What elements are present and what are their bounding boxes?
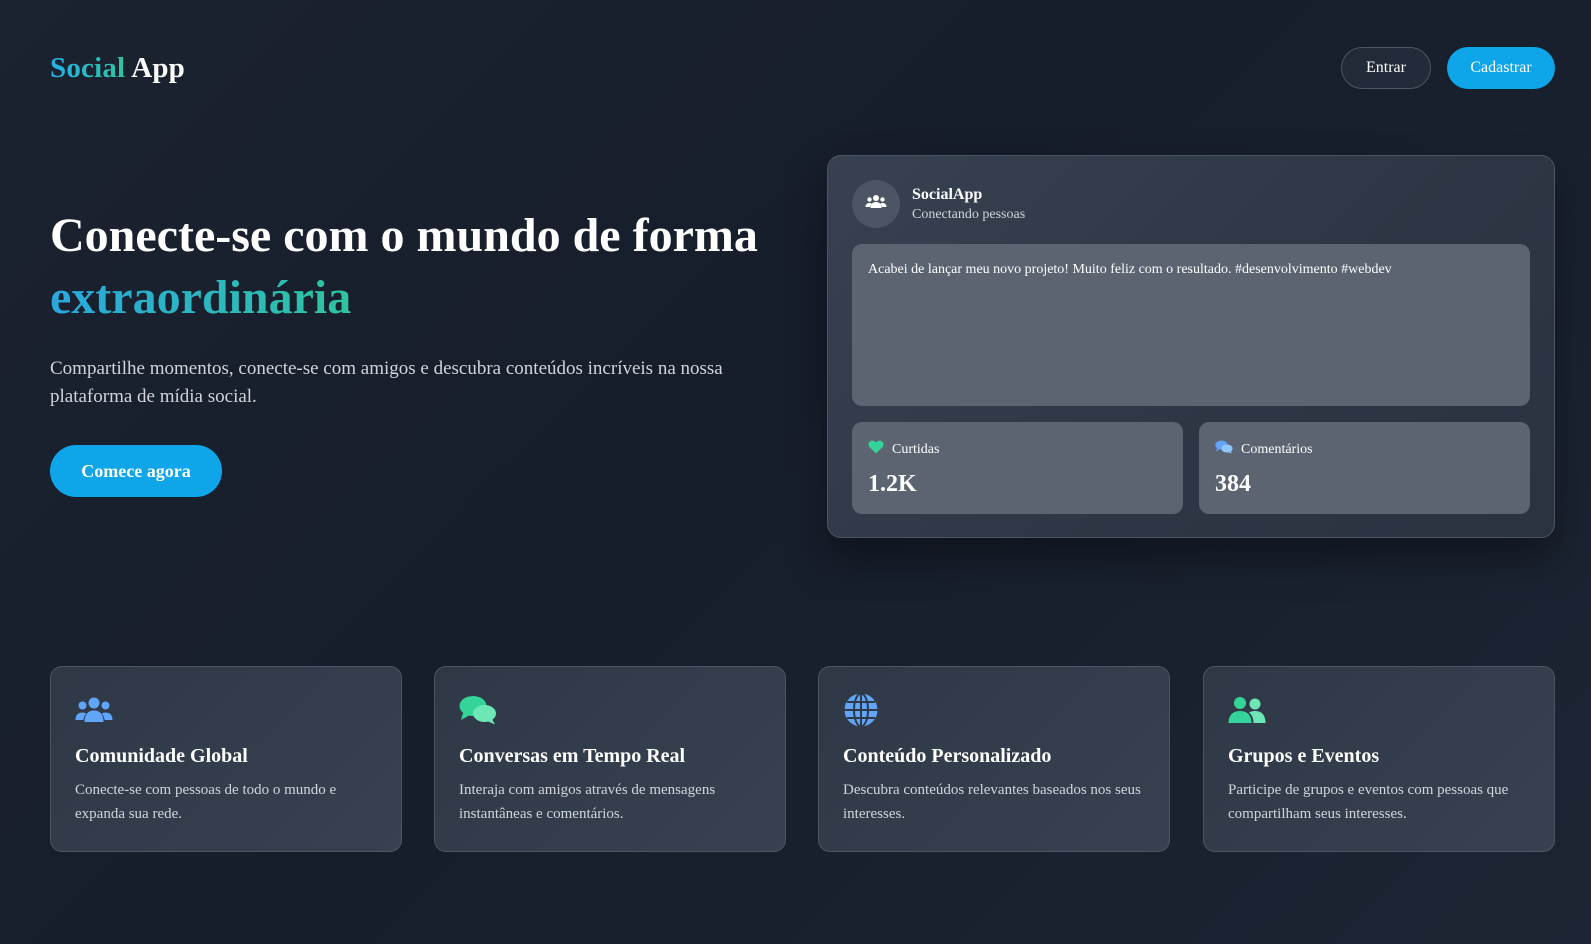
comments-stat-label-row: Comentários: [1215, 440, 1514, 459]
feature-description: Interaja com amigos através de mensagens…: [459, 782, 716, 822]
post-body: Acabei de lançar meu novo projeto! Muito…: [852, 244, 1530, 406]
globe-icon: [843, 692, 1145, 728]
heart-icon: [868, 440, 884, 459]
feature-description: Participe de grupos e eventos com pessoa…: [1228, 782, 1509, 822]
likes-label: Curtidas: [892, 441, 940, 457]
hero-title: Conecte-se com o mundo de forma extraord…: [50, 205, 780, 329]
likes-count: 1.2K: [868, 471, 917, 497]
nav-actions: Entrar Cadastrar: [1341, 47, 1555, 89]
feature-card-community: Comunidade Global Conecte-se com pessoas…: [50, 666, 402, 852]
hero-title-accent: extraordinária: [50, 271, 352, 324]
hero-section: Conecte-se com o mundo de forma extraord…: [50, 205, 780, 497]
feature-title: Conversas em Tempo Real: [459, 745, 686, 767]
users-icon: [865, 194, 887, 215]
users-icon: [75, 693, 377, 727]
feature-description: Descubra conteúdos relevantes baseados n…: [843, 782, 1141, 822]
feature-title: Grupos e Eventos: [1228, 745, 1380, 767]
feature-title: Comunidade Global: [75, 745, 248, 767]
likes-stat: Curtidas 1.2K: [852, 422, 1183, 514]
comments-stat: Comentários 384: [1199, 422, 1530, 514]
features-section: Comunidade Global Conecte-se com pessoas…: [50, 666, 1555, 852]
hero-title-main: Conecte-se com o mundo de forma: [50, 209, 758, 262]
logo-part-social: Social: [50, 51, 126, 84]
comments-icon: [1215, 440, 1233, 459]
site-header: Social App Entrar Cadastrar: [50, 44, 1555, 92]
avatar: [852, 180, 900, 228]
comments-icon: [459, 693, 761, 727]
login-button[interactable]: Entrar: [1341, 47, 1431, 89]
feature-card-groups: Grupos e Eventos Participe de grupos e e…: [1203, 666, 1555, 852]
post-preview-card: SocialApp Conectando pessoas Acabei de l…: [827, 155, 1555, 538]
logo[interactable]: Social App: [50, 52, 185, 85]
post-author-tagline: Conectando pessoas: [912, 206, 1026, 222]
logo-part-app: App: [131, 51, 185, 84]
hero-subtitle: Compartilhe momentos, conecte-se com ami…: [50, 358, 723, 407]
feature-card-content: Conteúdo Personalizado Descubra conteúdo…: [818, 666, 1170, 852]
get-started-button[interactable]: Comece agora: [50, 445, 222, 497]
feature-description: Conecte-se com pessoas de todo o mundo e…: [75, 782, 337, 822]
signup-button[interactable]: Cadastrar: [1447, 47, 1555, 89]
post-author-name: SocialApp: [912, 185, 983, 203]
comments-count: 384: [1215, 471, 1251, 497]
comments-label: Comentários: [1241, 441, 1313, 457]
user-friends-icon: [1228, 693, 1530, 727]
likes-stat-label-row: Curtidas: [868, 440, 1167, 459]
post-author: SocialApp Conectando pessoas: [912, 186, 1025, 223]
feature-title: Conteúdo Personalizado: [843, 745, 1052, 767]
feature-card-chat: Conversas em Tempo Real Interaja com ami…: [434, 666, 786, 852]
post-header: SocialApp Conectando pessoas: [852, 180, 1025, 228]
